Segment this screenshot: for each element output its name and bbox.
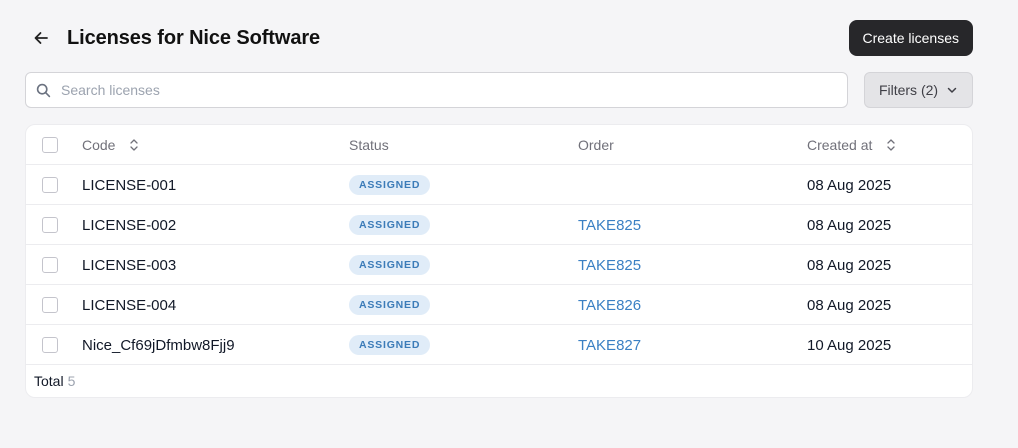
table-row[interactable]: LICENSE-004 ASSIGNED TAKE826 08 Aug 2025 — [26, 285, 972, 325]
license-code: LICENSE-001 — [82, 176, 177, 194]
sort-icon[interactable] — [129, 138, 139, 152]
created-at: 08 Aug 2025 — [807, 176, 892, 194]
row-checkbox[interactable] — [42, 177, 58, 193]
total-label: Total — [34, 373, 64, 389]
status-badge: ASSIGNED — [349, 215, 431, 235]
table-row[interactable]: Nice_Cf69jDfmbw8Fjj9 ASSIGNED TAKE827 10… — [26, 325, 972, 365]
select-all-checkbox[interactable] — [42, 137, 58, 153]
column-header-status: Status — [349, 137, 389, 153]
created-at: 08 Aug 2025 — [807, 256, 892, 274]
order-link[interactable]: TAKE825 — [578, 217, 641, 234]
create-licenses-button[interactable]: Create licenses — [848, 20, 973, 56]
license-code: LICENSE-002 — [82, 216, 177, 234]
licenses-page: Licenses for Nice Software Create licens… — [0, 0, 1018, 448]
status-badge: ASSIGNED — [349, 335, 431, 355]
row-checkbox[interactable] — [42, 217, 58, 233]
search-box[interactable] — [25, 72, 848, 108]
order-link[interactable]: TAKE825 — [578, 257, 641, 274]
order-link[interactable]: TAKE826 — [578, 297, 641, 314]
search-input[interactable] — [61, 82, 837, 98]
search-icon — [36, 83, 51, 97]
status-badge: ASSIGNED — [349, 255, 431, 275]
sort-icon[interactable] — [886, 138, 896, 152]
created-at: 08 Aug 2025 — [807, 296, 892, 314]
filters-label: Filters (2) — [878, 82, 939, 98]
row-checkbox[interactable] — [42, 297, 58, 313]
licenses-table: Code Status Order Created at LICENSE-001… — [25, 124, 973, 398]
table-header-row: Code Status Order Created at — [26, 125, 972, 165]
column-header-code: Code — [82, 137, 116, 153]
license-code: Nice_Cf69jDfmbw8Fjj9 — [82, 336, 235, 354]
row-checkbox[interactable] — [42, 337, 58, 353]
license-code: LICENSE-004 — [82, 296, 177, 314]
page-header: Licenses for Nice Software Create licens… — [25, 20, 973, 56]
column-header-created-at: Created at — [807, 137, 873, 153]
order-link[interactable]: TAKE827 — [578, 337, 641, 354]
page-title: Licenses for Nice Software — [67, 26, 321, 49]
total-count: 5 — [67, 373, 76, 389]
column-header-order: Order — [578, 137, 614, 153]
table-footer: Total 5 — [26, 365, 972, 397]
table-row[interactable]: LICENSE-003 ASSIGNED TAKE825 08 Aug 2025 — [26, 245, 972, 285]
chevron-down-icon — [947, 87, 957, 93]
status-badge: ASSIGNED — [349, 175, 431, 195]
row-checkbox[interactable] — [42, 257, 58, 273]
search-toolbar: Filters (2) — [25, 72, 973, 108]
filters-button[interactable]: Filters (2) — [864, 72, 973, 108]
back-button[interactable] — [25, 22, 57, 54]
table-row[interactable]: LICENSE-002 ASSIGNED TAKE825 08 Aug 2025 — [26, 205, 972, 245]
table-row[interactable]: LICENSE-001 ASSIGNED 08 Aug 2025 — [26, 165, 972, 205]
arrow-left-icon — [34, 32, 48, 44]
license-code: LICENSE-003 — [82, 256, 177, 274]
status-badge: ASSIGNED — [349, 295, 431, 315]
created-at: 08 Aug 2025 — [807, 216, 892, 234]
created-at: 10 Aug 2025 — [807, 336, 892, 354]
